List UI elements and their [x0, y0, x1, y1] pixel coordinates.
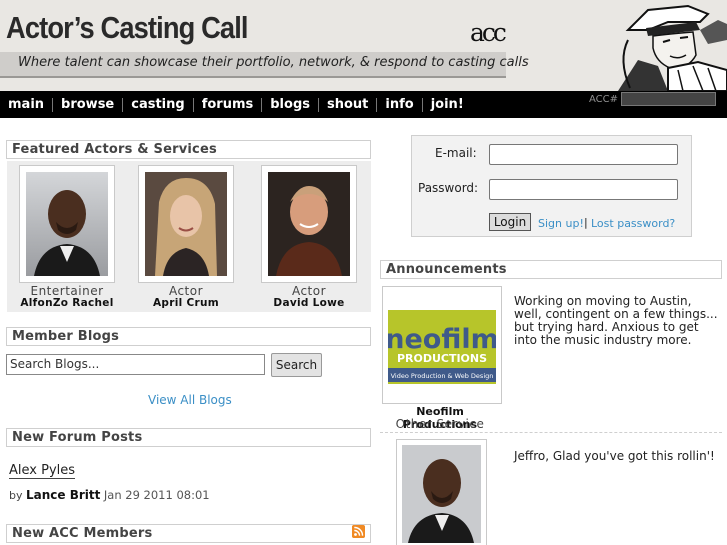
nav-item-blogs[interactable]: blogs: [262, 97, 319, 112]
announcement-author-role: Other Service: [395, 417, 485, 431]
rss-icon[interactable]: [352, 525, 365, 538]
featured-name[interactable]: David Lowe: [261, 297, 357, 309]
nav-item-join[interactable]: join!: [423, 97, 472, 112]
tagline-bar: Where talent can showcase their portfoli…: [0, 52, 529, 78]
main-nav: main browse casting forums blogs shout i…: [0, 91, 727, 118]
nav-item-forums[interactable]: forums: [194, 97, 263, 112]
featured-card[interactable]: Entertainer AlfonZo Rachel: [19, 165, 115, 309]
site-header: Actor’s Casting Call acc Where talent ca…: [0, 0, 727, 91]
logo-word-neofilm: neofilm: [388, 324, 496, 355]
acc-number-label: ACC#: [589, 94, 619, 105]
actor-portrait-image[interactable]: [268, 172, 350, 276]
featured-card[interactable]: Actor April Crum: [138, 165, 234, 309]
password-label: Password:: [418, 181, 479, 195]
nav-item-main[interactable]: main: [0, 97, 54, 112]
forum-post-title-link[interactable]: Alex Pyles: [9, 463, 76, 479]
blogs-heading: Member Blogs: [6, 327, 371, 346]
nav-item-info[interactable]: info: [377, 97, 423, 112]
forum-heading: New Forum Posts: [6, 428, 371, 447]
email-label: E-mail:: [435, 146, 477, 160]
featured-role: Actor: [291, 284, 327, 298]
nav-item-browse[interactable]: browse: [53, 97, 124, 112]
lost-password-link[interactable]: Lost password?: [591, 217, 675, 230]
link-separator: |: [584, 216, 588, 229]
featured-photo[interactable]: [138, 165, 234, 283]
neofilm-logo-image[interactable]: neofilm PRODUCTIONS Video Production & W…: [385, 292, 499, 398]
forum-post-date: Jan 29 2011 08:01: [103, 488, 210, 502]
featured-photo[interactable]: [261, 165, 357, 283]
featured-carousel: Entertainer AlfonZo Rachel Actor April C…: [7, 161, 371, 312]
email-field[interactable]: [489, 144, 678, 165]
member-portrait-image[interactable]: [402, 445, 481, 543]
view-all-blogs-link[interactable]: View All Blogs: [148, 393, 232, 407]
featured-card[interactable]: Actor David Lowe: [261, 165, 357, 309]
nav-item-shout[interactable]: shout: [319, 97, 378, 112]
acc-number-input[interactable]: [621, 92, 716, 106]
acc-logo[interactable]: acc: [470, 18, 507, 47]
site-title[interactable]: Actor’s Casting Call: [6, 10, 248, 46]
forum-post-meta: by Lance Britt Jan 29 2011 08:01: [9, 488, 210, 502]
nav-list: main browse casting forums blogs shout i…: [0, 91, 472, 118]
featured-heading: Featured Actors & Services: [6, 140, 371, 159]
announcement-text: Working on moving to Austin, well, conti…: [514, 294, 718, 347]
logo-word-productions: PRODUCTIONS: [397, 352, 487, 365]
by-label: by: [9, 489, 23, 502]
password-field[interactable]: [489, 179, 678, 200]
announcement-divider: [380, 432, 722, 433]
login-button[interactable]: Login: [489, 213, 531, 231]
featured-role: Entertainer: [30, 284, 104, 298]
signup-link[interactable]: Sign up!: [538, 217, 584, 230]
detective-mascot-illustration: [608, 0, 727, 91]
actor-portrait-image[interactable]: [26, 172, 108, 276]
members-heading: New ACC Members: [6, 524, 371, 543]
blog-search-button[interactable]: Search: [271, 353, 322, 377]
actor-portrait-image[interactable]: [145, 172, 227, 276]
announcement-photo[interactable]: [396, 439, 487, 545]
forum-post-author-link[interactable]: Lance Britt: [26, 488, 100, 502]
blog-search-input[interactable]: Search Blogs...: [6, 354, 265, 375]
announcement-photo[interactable]: neofilm PRODUCTIONS Video Production & W…: [382, 286, 502, 404]
featured-name[interactable]: April Crum: [138, 297, 234, 309]
nav-item-casting[interactable]: casting: [123, 97, 194, 112]
tagline: Where talent can showcase their portfoli…: [18, 55, 529, 70]
featured-photo[interactable]: [19, 165, 115, 283]
featured-name[interactable]: AlfonZo Rachel: [19, 297, 115, 309]
logo-subtitle: Video Production & Web Design: [391, 372, 494, 380]
featured-role: Actor: [168, 284, 204, 298]
announcements-heading: Announcements: [380, 260, 722, 279]
announcement-text: Jeffro, Glad you've got this rollin'!: [514, 449, 715, 463]
